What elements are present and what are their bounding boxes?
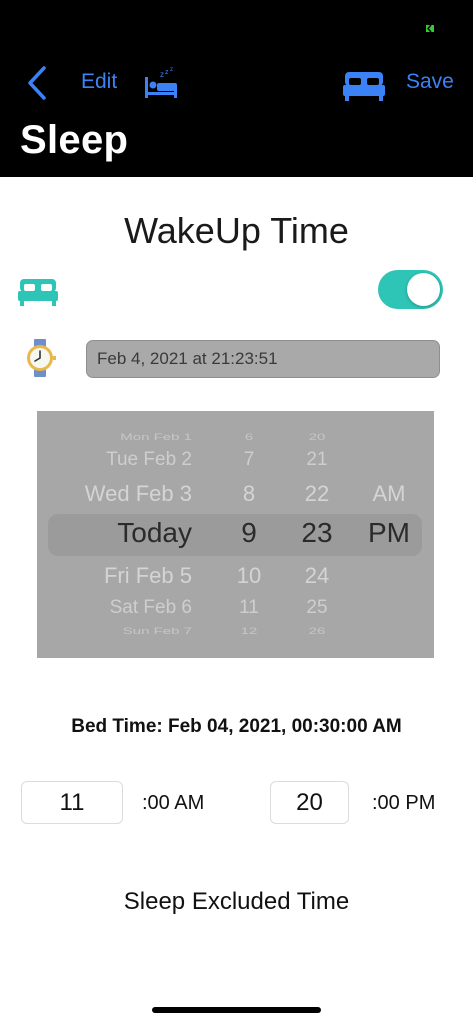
svg-text:z: z [160, 70, 164, 79]
picker-ampm-option[interactable]: AM [366, 481, 412, 507]
page-title: Sleep [20, 118, 129, 162]
picker-day-option[interactable]: Mon Feb 1 [120, 432, 192, 442]
chevron-left-icon[interactable] [24, 62, 54, 104]
picker-day-option[interactable]: Wed Feb 3 [85, 481, 192, 507]
picker-hour-option[interactable]: 7 [212, 449, 286, 471]
svg-text:z: z [165, 69, 169, 76]
picker-day-option[interactable]: Fri Feb 5 [104, 563, 192, 589]
bed-time-label: Bed Time: Feb 04, 2021, 00:30:00 AM [71, 716, 402, 737]
svg-text:z: z [170, 67, 173, 73]
date-time-picker[interactable]: Mon Feb 1 Tue Feb 2 Wed Feb 3 Today Fri … [37, 411, 434, 658]
wakeup-toggle[interactable] [378, 270, 443, 309]
picker-day-selected[interactable]: Today [117, 517, 192, 549]
wakeup-date-field[interactable]: Feb 4, 2021 at 21:23:51 [86, 340, 440, 378]
picker-minute-selected[interactable]: 23 [282, 517, 352, 549]
picker-hour-option[interactable]: 11 [212, 597, 286, 619]
save-button[interactable]: Save [406, 70, 454, 94]
watch-icon [27, 339, 56, 377]
picker-day-option[interactable]: Sun Feb 7 [123, 626, 192, 636]
start-hour-input[interactable]: 11 [21, 781, 123, 824]
picker-minute-option[interactable]: 20 [282, 432, 352, 442]
picker-hour-option[interactable]: 8 [212, 481, 286, 507]
picker-hour-selected[interactable]: 9 [212, 517, 286, 549]
navigation-header: Edit z z z Save Sleep [0, 0, 473, 177]
picker-minute-option[interactable]: 21 [282, 449, 352, 471]
picker-minute-option[interactable]: 26 [282, 626, 352, 636]
edit-button[interactable]: Edit [81, 70, 117, 94]
bed-icon [18, 279, 58, 306]
sleeping-bed-icon[interactable]: z z z [143, 66, 179, 100]
picker-minute-option[interactable]: 22 [282, 481, 352, 507]
end-time-suffix: :00 PM [372, 792, 436, 814]
home-indicator[interactable] [152, 1007, 321, 1013]
wakeup-title: WakeUp Time [124, 210, 349, 251]
picker-minute-option[interactable]: 24 [282, 563, 352, 589]
end-hour-input[interactable]: 20 [270, 781, 349, 824]
picker-hour-option[interactable]: 12 [212, 626, 286, 636]
picker-day-option[interactable]: Tue Feb 2 [106, 449, 192, 471]
picker-minute-option[interactable]: 25 [282, 597, 352, 619]
battery-icon [426, 24, 434, 33]
picker-day-option[interactable]: Sat Feb 6 [110, 597, 192, 619]
sleep-excluded-title: Sleep Excluded Time [123, 888, 350, 915]
bed-icon[interactable] [343, 70, 385, 102]
picker-hour-option[interactable]: 10 [212, 563, 286, 589]
picker-hour-option[interactable]: 6 [212, 432, 286, 442]
toggle-knob [407, 273, 440, 306]
start-time-suffix: :00 AM [142, 792, 205, 814]
picker-ampm-selected[interactable]: PM [366, 517, 412, 549]
